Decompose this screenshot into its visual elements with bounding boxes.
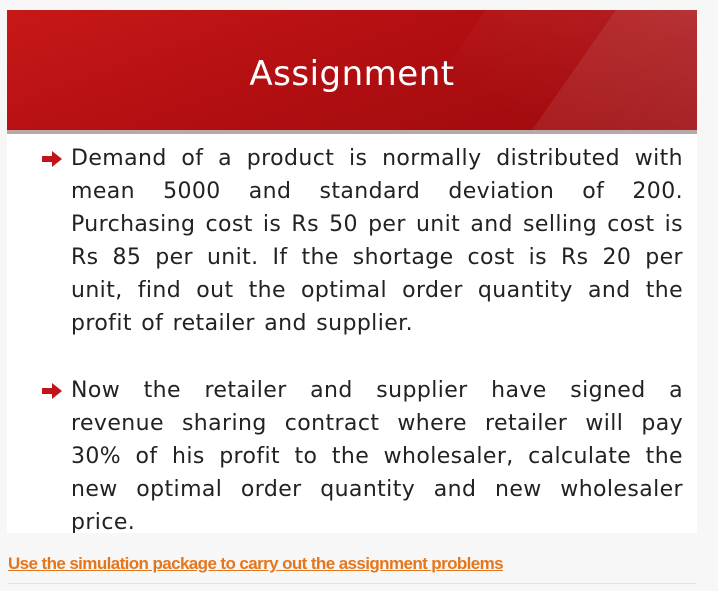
bullet-item: Demand of a product is normally distribu… [39, 142, 683, 340]
bullet-text: Now the retailer and supplier have signe… [71, 378, 683, 533]
footer-divider [8, 583, 696, 584]
bullet-item: Now the retailer and supplier have signe… [39, 374, 683, 533]
arrow-right-icon [42, 383, 62, 399]
slide-title: Assignment [249, 54, 455, 94]
bullet-list: Demand of a product is normally distribu… [39, 142, 683, 533]
arrow-right-icon [42, 151, 62, 167]
simulation-package-link[interactable]: Use the simulation package to carry out … [8, 554, 504, 574]
bullet-text: Demand of a product is normally distribu… [71, 146, 683, 336]
title-banner: Assignment [7, 10, 697, 130]
slide-image: Assignment Demand of a product is normal… [7, 10, 697, 533]
banner-divider [7, 130, 697, 134]
